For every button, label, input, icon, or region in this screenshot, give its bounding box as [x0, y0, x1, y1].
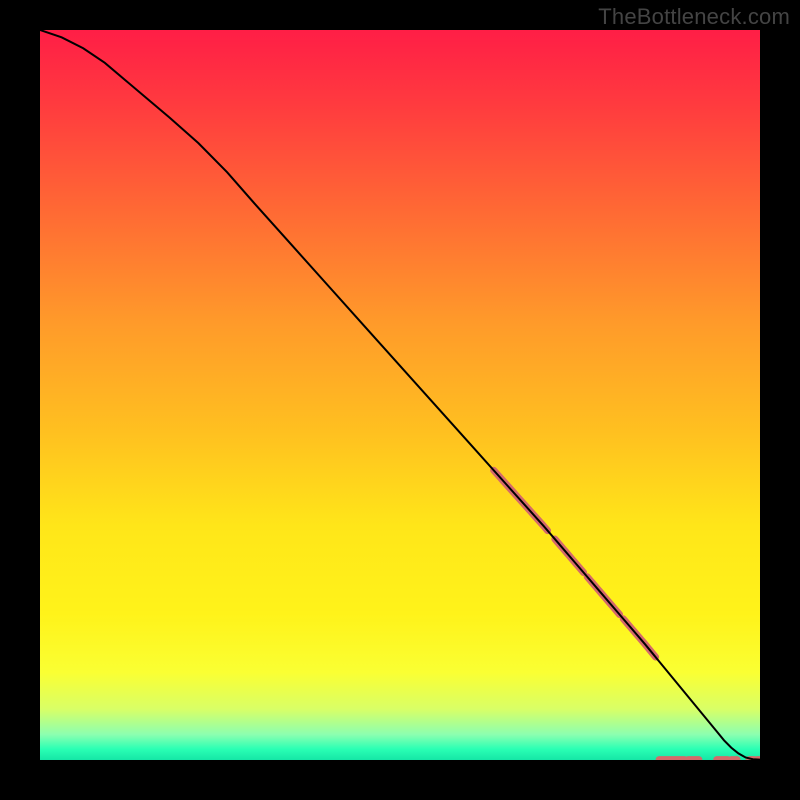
chart-svg — [40, 30, 760, 760]
chart-stage: TheBottleneck.com — [0, 0, 800, 800]
watermark-text: TheBottleneck.com — [598, 4, 790, 30]
plot-area — [40, 30, 760, 760]
